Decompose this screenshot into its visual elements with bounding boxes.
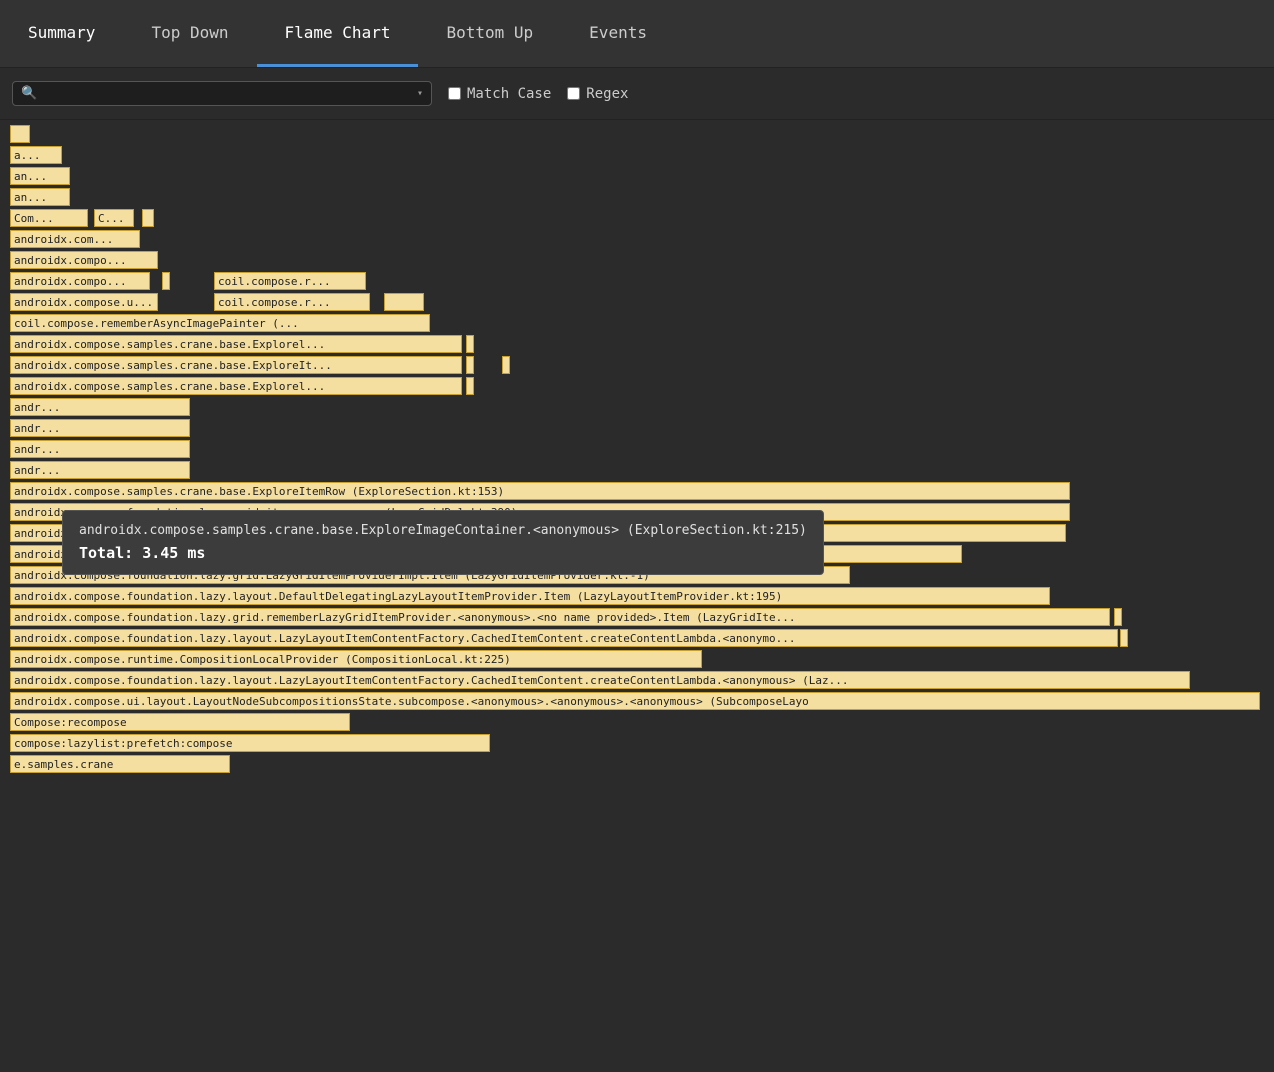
flame-row: a... <box>8 145 1266 165</box>
flame-bar[interactable] <box>10 125 30 143</box>
match-case-checkbox[interactable] <box>448 87 461 100</box>
tab-flame-chart[interactable]: Flame Chart <box>257 0 419 67</box>
flame-bar[interactable]: compose:lazylist:prefetch:compose <box>10 734 490 752</box>
flame-row: andr... <box>8 418 1266 438</box>
flame-bar[interactable]: androidx.compose.u... <box>10 293 158 311</box>
search-icon: 🔍 <box>21 86 37 101</box>
flame-chart-area: a... an... an... Com... C... androidx.com... a… <box>0 120 1274 1072</box>
flame-bar[interactable] <box>142 209 154 227</box>
flame-bar[interactable]: an... <box>10 188 70 206</box>
flame-bar[interactable]: androidx.compose.foundation.lazy.layout.… <box>10 587 1050 605</box>
flame-bar[interactable] <box>466 377 474 395</box>
flame-bar[interactable]: a... <box>10 146 62 164</box>
flame-bar[interactable]: androidx.compo... <box>10 272 150 290</box>
tab-bottom-up[interactable]: Bottom Up <box>418 0 561 67</box>
flame-bar[interactable]: Com... <box>10 209 88 227</box>
tooltip-title: androidx.compose.samples.crane.base.Expl… <box>79 523 807 538</box>
flame-bar[interactable] <box>162 272 170 290</box>
flame-row <box>8 124 1266 144</box>
flame-rows-container: a... an... an... Com... C... androidx.com... a… <box>0 120 1274 1072</box>
tabs-bar: Summary Top Down Flame Chart Bottom Up E… <box>0 0 1274 68</box>
flame-bar[interactable]: androidx.compo... <box>10 251 158 269</box>
flame-bar[interactable]: androidx.compose.samples.crane.base.Expl… <box>10 356 462 374</box>
flame-bar[interactable] <box>1120 629 1128 647</box>
match-case-label: Match Case <box>467 86 551 102</box>
flame-bar[interactable]: androidx.com... <box>10 230 140 248</box>
tooltip-total: Total: 3.45 ms <box>79 544 807 562</box>
flame-row: andr... <box>8 460 1266 480</box>
flame-bar[interactable]: androidx.compose.samples.crane.base.Expl… <box>10 335 462 353</box>
flame-bar[interactable]: androidx.compose.samples.crane.base.Expl… <box>10 482 1070 500</box>
flame-row: compose:lazylist:prefetch:compose <box>8 733 1266 753</box>
flame-bar[interactable] <box>384 293 424 311</box>
flame-bar[interactable]: androidx.compose.samples.crane.base.Expl… <box>10 377 462 395</box>
flame-row: androidx.compose.u... coil.compose.r... <box>8 292 1266 312</box>
flame-bar[interactable]: C... <box>94 209 134 227</box>
flame-row: androidx.compose.foundation.lazy.grid.re… <box>8 607 1266 627</box>
flame-row: andr... <box>8 439 1266 459</box>
flame-bar[interactable]: e.samples.crane <box>10 755 230 773</box>
flame-row: e.samples.crane <box>8 754 1266 774</box>
flame-bar[interactable]: andr... <box>10 461 190 479</box>
flame-bar[interactable]: androidx.compose.foundation.lazy.grid.re… <box>10 608 1110 626</box>
flame-row: androidx.compose.samples.crane.base.Expl… <box>8 334 1266 354</box>
tab-summary[interactable]: Summary <box>0 0 123 67</box>
flame-row: androidx.compose.samples.crane.base.Expl… <box>8 481 1266 501</box>
flame-row: Compose:recompose <box>8 712 1266 732</box>
flame-row: Com... C... <box>8 208 1266 228</box>
flame-row: androidx.compose.samples.crane.base.Expl… <box>8 376 1266 396</box>
flame-bar[interactable]: androidx.compose.runtime.CompositionLoca… <box>10 650 702 668</box>
flame-row: andr... <box>8 397 1266 417</box>
flame-bar[interactable]: coil.compose.r... <box>214 272 366 290</box>
flame-row: androidx.compose.samples.crane.base.Expl… <box>8 355 1266 375</box>
flame-bar[interactable]: coil.compose.rememberAsyncImagePainter (… <box>10 314 430 332</box>
flame-row: androidx.compo... <box>8 250 1266 270</box>
flame-row: androidx.compo... coil.compose.r... <box>8 271 1266 291</box>
flame-bar[interactable]: androidx.compose.foundation.lazy.layout.… <box>10 629 1118 647</box>
flame-bar[interactable]: andr... <box>10 440 190 458</box>
search-box[interactable]: 🔍 ▾ <box>12 81 432 106</box>
flame-bar[interactable]: andr... <box>10 398 190 416</box>
search-input[interactable] <box>43 86 411 101</box>
flame-bar[interactable]: androidx.compose.foundation.lazy.layout.… <box>10 671 1190 689</box>
flame-row: coil.compose.rememberAsyncImagePainter (… <box>8 313 1266 333</box>
tab-events[interactable]: Events <box>561 0 675 67</box>
flame-bar[interactable]: Compose:recompose <box>10 713 350 731</box>
regex-checkbox[interactable] <box>567 87 580 100</box>
flame-bar[interactable] <box>466 356 474 374</box>
flame-row: androidx.compose.foundation.lazy.layout.… <box>8 670 1266 690</box>
tooltip: androidx.compose.samples.crane.base.Expl… <box>62 510 824 575</box>
flame-bar[interactable] <box>466 335 474 353</box>
flame-bar[interactable]: andr... <box>10 419 190 437</box>
match-case-group: Match Case <box>448 86 551 102</box>
flame-row: androidx.compose.foundation.lazy.layout.… <box>8 586 1266 606</box>
flame-row: androidx.com... <box>8 229 1266 249</box>
flame-bar[interactable]: an... <box>10 167 70 185</box>
flame-row: an... <box>8 187 1266 207</box>
flame-bar[interactable] <box>1114 608 1122 626</box>
flame-bar[interactable]: androidx.compose.ui.layout.LayoutNodeSub… <box>10 692 1260 710</box>
flame-bar[interactable]: coil.compose.r... <box>214 293 370 311</box>
regex-label: Regex <box>586 86 628 102</box>
flame-row: an... <box>8 166 1266 186</box>
flame-row: androidx.compose.runtime.CompositionLoca… <box>8 649 1266 669</box>
flame-row: androidx.compose.foundation.lazy.layout.… <box>8 628 1266 648</box>
search-dropdown-arrow[interactable]: ▾ <box>417 88 423 99</box>
flame-bar[interactable] <box>502 356 510 374</box>
toolbar: 🔍 ▾ Match Case Regex <box>0 68 1274 120</box>
tab-top-down[interactable]: Top Down <box>123 0 256 67</box>
regex-group: Regex <box>567 86 628 102</box>
flame-row: androidx.compose.ui.layout.LayoutNodeSub… <box>8 691 1266 711</box>
